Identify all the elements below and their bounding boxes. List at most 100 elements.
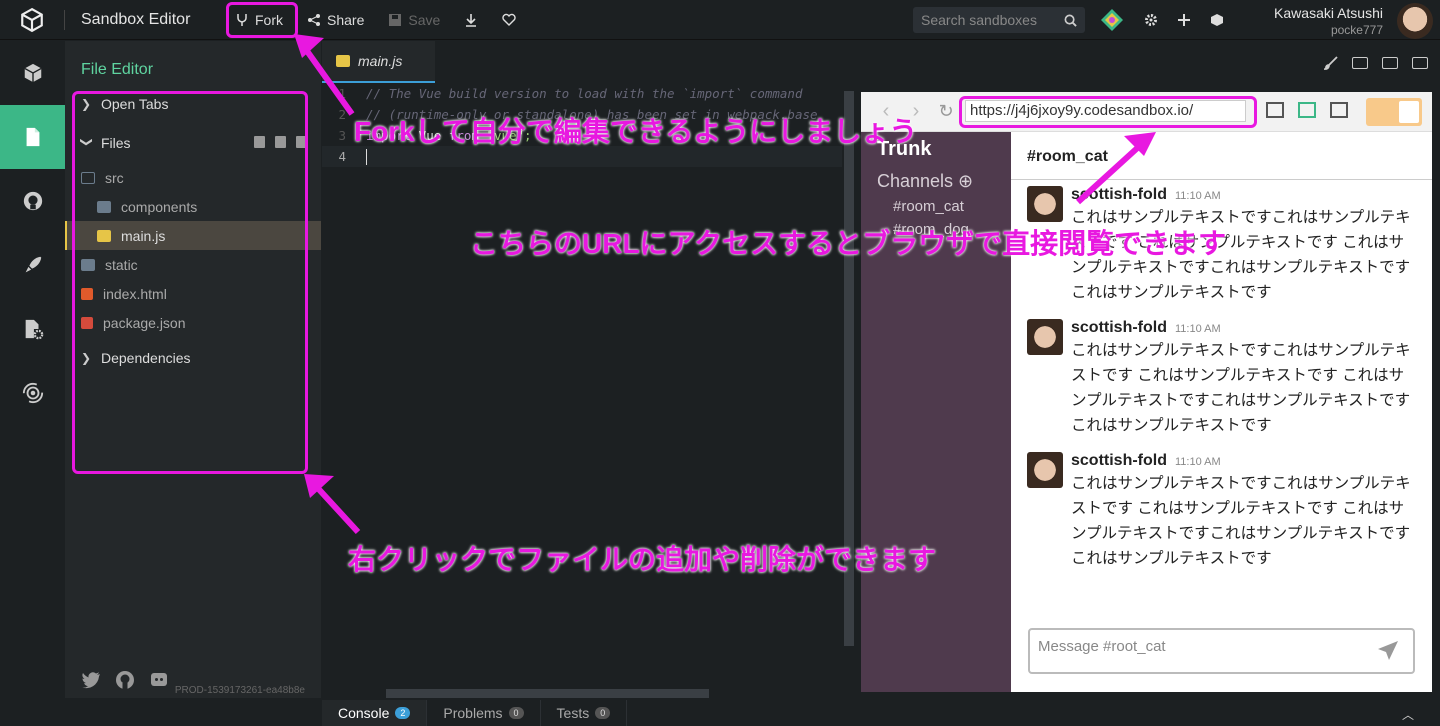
tab-tests[interactable]: Tests 0 [541,700,628,726]
search-input[interactable]: Search sandboxes [913,7,1085,33]
activity-bar [0,41,65,726]
share-label: Share [327,11,365,28]
browser-actions [1266,102,1348,118]
channel-item[interactable]: #room_cat [861,192,1011,215]
refresh-icon[interactable]: ↻ [931,101,961,122]
heart-icon [502,13,516,26]
editor-tabs: main.js [322,41,854,83]
message: scottish-fold 11:10 AM これはサンプルテキストですこれはサン… [1011,313,1432,446]
patron-diamond-icon[interactable] [1100,8,1124,32]
divider [64,9,65,30]
nav-deploy[interactable] [0,233,65,297]
brush-icon[interactable] [1324,56,1338,70]
code-comment: // The Vue build version to load with th… [366,86,803,101]
chevron-up-icon[interactable]: ︿ [1402,706,1414,723]
layout-side-icon[interactable] [1298,102,1316,118]
chat-sidebar: Trunk Channels ⊕ #room_cat #room_dog [861,132,1011,692]
search-icon [1064,14,1077,27]
horizontal-scrollbar[interactable] [386,689,709,698]
save-icon [389,13,402,26]
share-icon [308,13,320,26]
download-button[interactable] [452,0,490,40]
tab-label: Problems [443,705,503,721]
like-button[interactable] [490,0,528,40]
layout-bottom-icon[interactable] [1266,102,1284,118]
annotation-box-url [959,96,1257,128]
cube-icon[interactable] [1210,13,1224,27]
build-version: PROD-1539173261-ea48b8e [174,685,305,696]
save-button[interactable]: Save [376,0,452,40]
avatar [1027,452,1063,488]
preview-toolbar [855,41,1440,85]
sidebar-footer-links [81,670,169,690]
nav-server-control[interactable] [0,297,65,361]
message-text: これはサンプルテキストですこれはサンプルテキストです これはサンプルテキストです… [1071,342,1411,434]
annotation-arrow-fork [294,34,355,116]
settings-gear-icon[interactable] [1144,13,1158,27]
message-time: 11:10 AM [1175,190,1221,202]
code-line: 1 // The Vue build version to load with … [322,83,842,104]
count-badge: 2 [395,707,411,719]
plus-icon[interactable] [1178,14,1190,26]
send-icon[interactable] [1377,640,1399,662]
preview-toggle[interactable] [1366,98,1422,126]
top-bar: Sandbox Editor Fork Share Save [0,0,1440,40]
line-number: 4 [338,149,346,164]
user-avatar[interactable] [1397,3,1433,39]
download-icon [466,13,477,27]
annotation-box-files [72,91,308,474]
message-input[interactable]: Message #root_cat [1028,628,1415,674]
avatar [1027,186,1063,222]
message-time: 11:10 AM [1175,456,1221,468]
count-badge: 0 [595,707,611,719]
user-info[interactable]: Kawasaki Atsushi pocke777 [1240,5,1383,37]
message: scottish-fold 11:10 AM これはサンプルテキストですこれはサン… [1011,446,1432,579]
open-new-window-icon[interactable] [1330,102,1348,118]
tab-problems[interactable]: Problems 0 [427,700,541,726]
discord-icon[interactable] [149,670,169,690]
rocket-icon [25,256,41,273]
chat-main: #room_cat scottish-fold 11:10 AM これはサンプルテ… [1011,132,1432,692]
codesandbox-logo-icon[interactable] [0,0,64,40]
user-name: Kawasaki Atsushi [1274,5,1383,21]
annotation-fork: Forkして自分で編集できるようにしましょう [354,116,918,147]
search-placeholder: Search sandboxes [921,12,1037,28]
tab-label: main.js [358,53,403,69]
message-user: scottish-fold [1071,319,1167,336]
sidebar-title: File Editor [81,61,154,78]
tab-label: Console [338,705,390,721]
nav-github[interactable] [0,169,65,233]
avatar [1027,319,1063,355]
annotation-files: 右クリックでファイルの追加や削除ができます [348,544,937,575]
terminal-icon[interactable] [1382,57,1398,69]
nav-project-info[interactable] [0,41,65,105]
github-icon[interactable] [115,670,135,690]
user-handle: pocke777 [1330,23,1383,37]
message-time: 11:10 AM [1175,323,1221,335]
annotation-arrow-url [1075,132,1156,205]
live-broadcast-icon [22,382,43,404]
browser-view-icon[interactable] [1352,57,1368,69]
twitter-icon[interactable] [81,670,101,690]
nav-live[interactable] [0,361,65,425]
save-label: Save [408,11,441,28]
topbar-icons [1100,0,1224,40]
text-cursor [366,148,367,165]
tab-console[interactable]: Console 2 [322,700,428,726]
file-settings-icon [25,319,43,340]
nav-file-editor[interactable] [0,105,65,169]
message-user: scottish-fold [1071,452,1167,469]
github-icon [23,191,42,211]
annotation-box-fork [226,2,298,38]
console-panel-icon[interactable] [1412,57,1428,69]
annotation-arrow-files [304,474,361,535]
cube-icon [23,63,42,83]
file-icon [26,127,39,147]
annotation-url: こちらのURLにアクセスするとブラウザで直接閲覧できます [470,228,1227,259]
tab-label: Tests [556,705,590,721]
message-placeholder: Message #root_cat [1038,638,1166,655]
app-title: Sandbox Editor [81,10,191,28]
bottom-panel-tabs: Console 2 Problems 0 Tests 0 ︿ [322,700,1440,726]
channels-header[interactable]: Channels ⊕ [861,161,1011,192]
message-text: これはサンプルテキストですこれはサンプルテキストです これはサンプルテキストです… [1071,475,1411,567]
